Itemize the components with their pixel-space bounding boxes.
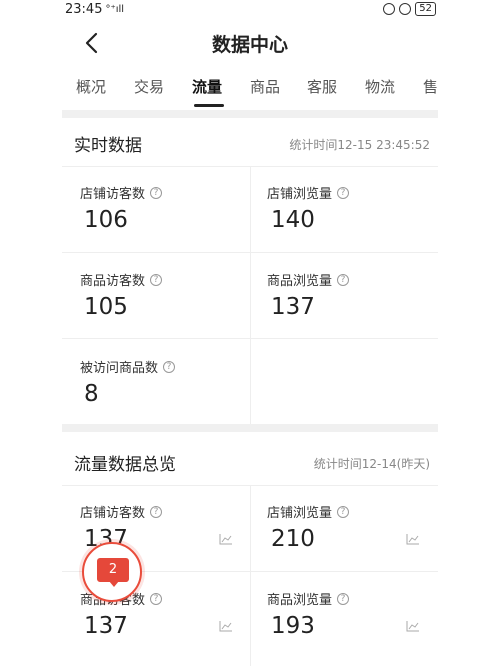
trend-chart-icon[interactable]	[406, 533, 420, 545]
realtime-timestamp: 统计时间12-15 23:45:52	[289, 138, 430, 152]
overview-timestamp: 统计时间12-14(昨天)	[313, 457, 430, 471]
section-divider	[62, 110, 438, 118]
metric-value: 8	[84, 381, 99, 407]
metric-label-text: 商品浏览量	[267, 274, 333, 289]
metric-label: 商品浏览量 ?	[267, 589, 350, 608]
trend-chart-icon[interactable]	[219, 620, 233, 632]
metric-label-text: 商品访客数	[80, 274, 146, 289]
page-title: 数据中心	[211, 34, 288, 56]
help-icon[interactable]: ?	[150, 592, 163, 605]
help-icon[interactable]: ?	[337, 505, 350, 518]
metric-value: 106	[84, 207, 128, 233]
metric-label-text: 店铺浏览量	[267, 187, 333, 202]
metric-label-text: 店铺访客数	[80, 506, 146, 521]
metric-label: 店铺访客数 ?	[80, 502, 163, 521]
metric-label: 商品浏览量 ?	[267, 270, 350, 289]
status-bar: 23:45 °⁺ıll 52	[0, 0, 500, 20]
metric-label-text: 被访问商品数	[80, 361, 159, 376]
tab-active-indicator	[194, 104, 224, 107]
clock-icon	[399, 3, 412, 15]
metric-value: 137	[271, 294, 315, 320]
metric-value: 210	[271, 526, 315, 552]
tab-service[interactable]: 客服	[307, 76, 337, 97]
metric-label: 商品访客数 ?	[80, 270, 163, 289]
floating-message-button[interactable]: 2	[82, 542, 142, 602]
help-icon[interactable]: ?	[150, 186, 163, 199]
section-divider	[62, 424, 438, 432]
grid-line	[250, 485, 251, 666]
alarm-icon	[383, 3, 396, 15]
metric-value: 105	[84, 294, 128, 320]
help-icon[interactable]: ?	[337, 186, 350, 199]
metric-label-text: 商品浏览量	[267, 593, 333, 608]
overview-section-title: 流量数据总览	[74, 455, 176, 475]
metric-label: 店铺浏览量 ?	[267, 502, 350, 521]
metric-value: 137	[84, 613, 128, 639]
help-icon[interactable]: ?	[150, 273, 163, 286]
trend-chart-icon[interactable]	[219, 533, 233, 545]
tab-traffic[interactable]: 流量	[192, 76, 222, 97]
metric-label-text: 店铺访客数	[80, 187, 146, 202]
signal-icon: °⁺ıll	[105, 4, 125, 15]
tab-aftersale[interactable]: 售	[423, 76, 438, 97]
metric-label: 店铺浏览量 ?	[267, 183, 350, 202]
help-icon[interactable]: ?	[337, 273, 350, 286]
metric-label-text: 店铺浏览量	[267, 506, 333, 521]
chat-bubble-icon	[109, 581, 119, 587]
tab-logistics[interactable]: 物流	[365, 76, 395, 97]
metric-label: 被访问商品数 ?	[80, 357, 176, 376]
tab-trade[interactable]: 交易	[134, 76, 164, 97]
help-icon[interactable]: ?	[150, 505, 163, 518]
help-icon[interactable]: ?	[163, 360, 176, 373]
realtime-section-title: 实时数据	[74, 136, 142, 156]
message-count-badge: 2	[97, 558, 129, 582]
metric-value: 140	[271, 207, 315, 233]
app-header: 数据中心	[62, 20, 438, 66]
tab-bar: 概况 交易 流量 商品 客服 物流 售	[62, 66, 438, 110]
metric-value: 193	[271, 613, 315, 639]
status-right: 52	[383, 2, 436, 16]
metric-label: 店铺访客数 ?	[80, 183, 163, 202]
status-time: 23:45	[65, 2, 103, 17]
tab-goods[interactable]: 商品	[250, 76, 280, 97]
status-left: 23:45 °⁺ıll	[65, 2, 124, 17]
battery-icon: 52	[415, 2, 436, 16]
help-icon[interactable]: ?	[337, 592, 350, 605]
tab-overview[interactable]: 概况	[76, 76, 106, 97]
trend-chart-icon[interactable]	[406, 620, 420, 632]
grid-line	[250, 166, 251, 424]
